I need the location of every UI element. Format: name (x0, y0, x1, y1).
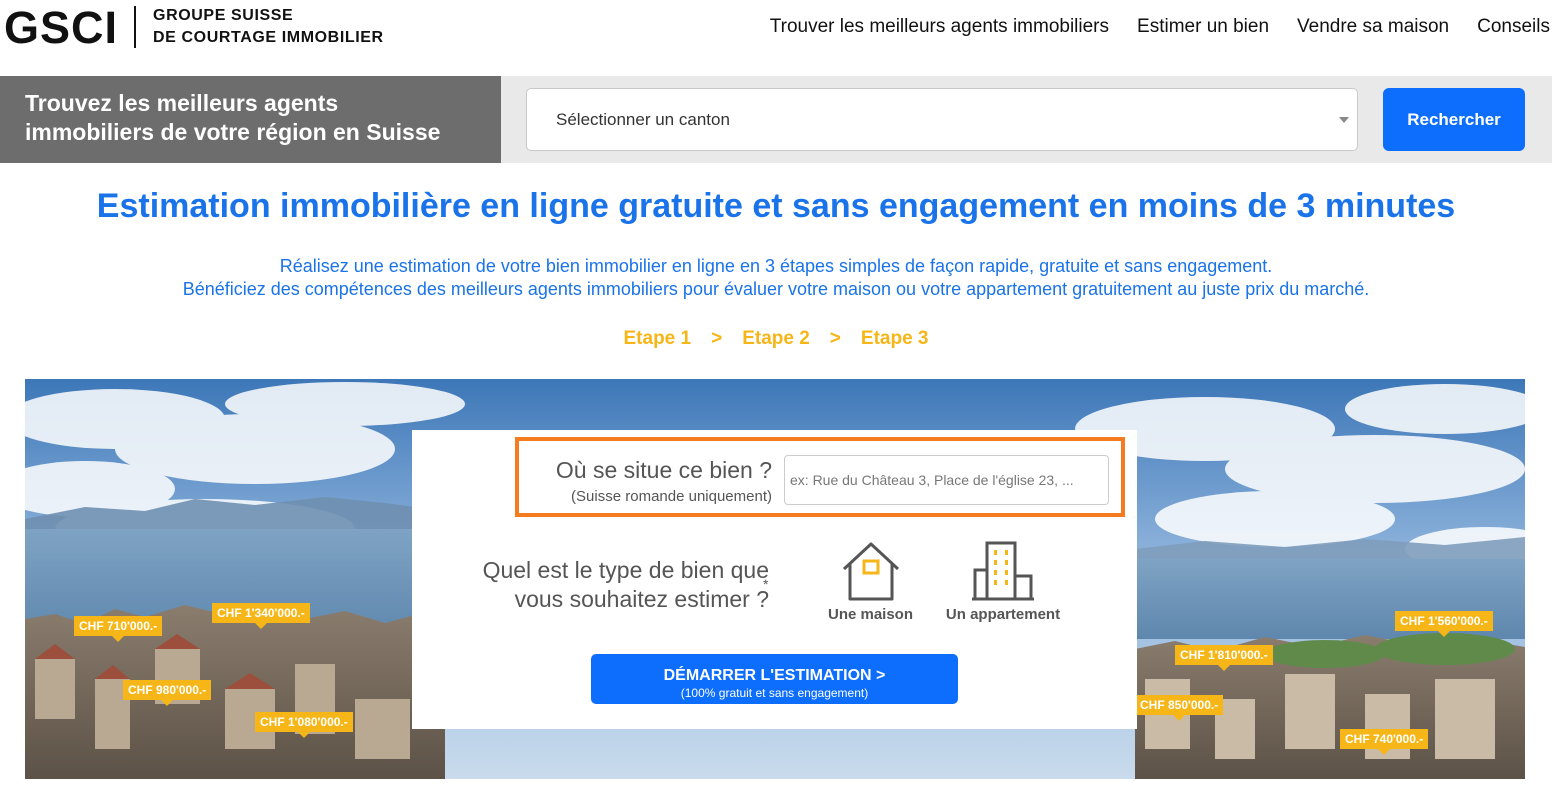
house-icon (842, 542, 899, 601)
price-tag: CHF 1'080'000.- (255, 712, 353, 738)
step-2: Etape 2 (742, 328, 810, 349)
start-estimation-label: DÉMARRER L'ESTIMATION > (663, 666, 886, 684)
logo-line-2: DE COURTAGE IMMOBILIER (153, 29, 384, 46)
property-type-question-line-2: vous souhaitez estimer ? (514, 586, 769, 612)
page-title: Estimation immobilière en ligne gratuite… (96, 187, 1456, 225)
logo-mark: GSCI (4, 1, 119, 53)
estimation-form: Où se situe ce bien ? (Suisse romande un… (412, 430, 1137, 729)
apartment-building-icon (972, 541, 1034, 601)
main-nav: Trouver les meilleurs agents immobiliers… (770, 16, 1550, 38)
logo-divider (134, 6, 137, 48)
nav-find-agents[interactable]: Trouver les meilleurs agents immobiliers (770, 16, 1109, 38)
step-separator: > (711, 328, 723, 349)
start-estimation-note: (100% gratuit et sans engagement) (680, 685, 869, 700)
option-house[interactable]: Une maison (823, 540, 918, 623)
property-type-question: Quel est le type de bien que vous souhai… (412, 556, 769, 614)
canton-select-value: Sélectionner un canton (556, 110, 730, 129)
logo-line-1: GROUPE SUISSE (153, 7, 294, 24)
address-input[interactable] (784, 455, 1109, 505)
option-apartment[interactable]: Un appartement (943, 540, 1063, 623)
step-3: Etape 3 (860, 328, 929, 349)
price-tag: CHF 710'000.- (74, 616, 163, 642)
nav-sell-house[interactable]: Vendre sa maison (1297, 16, 1449, 38)
agent-search-title: Trouvez les meilleurs agents immobiliers… (0, 76, 501, 163)
step-indicator: Etape 1 > Etape 2 > Etape 3 (0, 328, 1552, 350)
option-house-label: Une maison (827, 606, 914, 623)
option-apartment-label: Un appartement (945, 606, 1061, 623)
step-1: Etape 1 (623, 328, 692, 349)
nav-advice[interactable]: Conseils (1477, 16, 1550, 38)
canton-select[interactable]: Sélectionner un canton (526, 88, 1358, 151)
address-section: Où se situe ce bien ? (Suisse romande un… (515, 437, 1125, 517)
property-type-question-line-1: Quel est le type de bien que (482, 557, 769, 583)
price-tag: CHF 1'340'000.- (212, 603, 310, 629)
required-mark: * (763, 576, 769, 592)
agent-search-title-line-1: Trouvez les meilleurs agents (25, 90, 339, 116)
step-separator: > (829, 328, 841, 349)
address-question: Où se situe ce bien ? (555, 457, 772, 483)
nav-estimate[interactable]: Estimer un bien (1137, 16, 1269, 38)
logo-text: GROUPE SUISSE DE COURTAGE IMMOBILIER (153, 5, 384, 49)
price-tag: CHF 850'000.- (1135, 695, 1224, 721)
site-header: GSCI GROUPE SUISSE DE COURTAGE IMMOBILIE… (0, 0, 1552, 76)
price-tag: CHF 1'810'000.- (1175, 645, 1273, 671)
start-estimation-button[interactable]: DÉMARRER L'ESTIMATION > (100% gratuit et… (591, 654, 958, 704)
intro-line-1: Réalisez une estimation de votre bien im… (279, 256, 1273, 276)
logo[interactable]: GSCI GROUPE SUISSE DE COURTAGE IMMOBILIE… (4, 3, 384, 51)
agent-search-band: Trouvez les meilleurs agents immobiliers… (0, 76, 1552, 163)
search-button[interactable]: Rechercher (1383, 88, 1525, 151)
caret-down-icon (1339, 117, 1349, 123)
price-tag: CHF 1'560'000.- (1395, 611, 1493, 637)
address-note: (Suisse romande uniquement) (571, 488, 772, 505)
agent-search-title-line-2: immobiliers de votre région en Suisse (25, 119, 441, 145)
intro-text: Réalisez une estimation de votre bien im… (0, 255, 1552, 301)
intro-line-2: Bénéficiez des compétences des meilleurs… (182, 279, 1370, 299)
price-tag: CHF 980'000.- (123, 680, 212, 706)
price-tag: CHF 740'000.- (1340, 729, 1429, 755)
